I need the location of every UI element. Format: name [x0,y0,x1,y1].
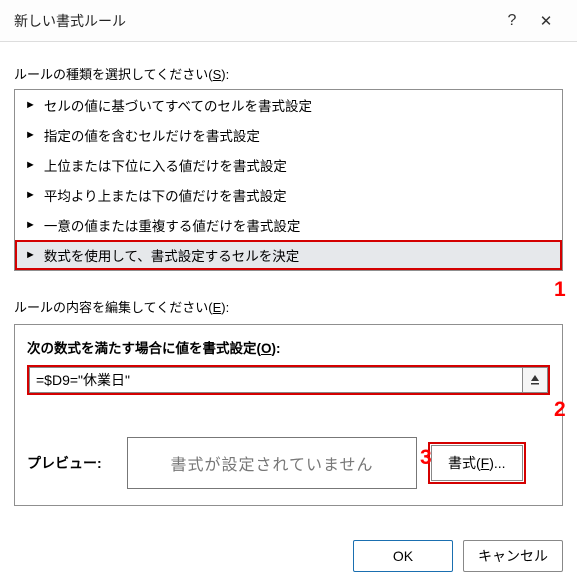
label-text: ): [221,67,229,82]
ok-button[interactable]: OK [353,540,453,572]
formula-input-row [27,365,550,395]
formula-label: 次の数式を満たす場合に値を書式設定(O): [27,337,550,357]
rule-type-text: セルの値に基づいてすべてのセルを書式設定 [44,95,312,115]
titlebar: 新しい書式ルール ? ✕ [0,0,577,42]
rule-type-label: ルールの種類を選択してください(S): [14,64,563,83]
dialog-title: 新しい書式ルール [14,11,495,31]
edit-content-label: ルールの内容を編集してください(E): [14,297,563,316]
preview-box: 書式が設定されていません [127,437,417,489]
rule-type-text: 上位または下位に入る値だけを書式設定 [44,155,287,175]
collapse-dialog-icon[interactable] [522,367,548,393]
formula-input[interactable] [29,367,522,393]
accelerator: S [213,67,222,82]
bullet-icon: ► [25,190,36,201]
dialog-buttons: OK キャンセル [353,540,563,572]
rule-type-item[interactable]: ► 上位または下位に入る値だけを書式設定 [15,150,562,180]
accelerator: O [261,341,272,356]
bullet-icon: ► [25,100,36,111]
rule-type-text: 一意の値または重複する値だけを書式設定 [44,215,301,235]
button-text: )... [489,455,505,471]
help-icon[interactable]: ? [495,12,529,30]
annotation-2: 2 [554,398,566,422]
rule-type-text: 数式を使用して、書式設定するセルを決定 [44,245,299,265]
preview-row: プレビュー: 書式が設定されていません 書式(F)... [27,437,550,489]
label-text: ): [221,300,229,315]
close-icon[interactable]: ✕ [529,12,563,30]
rule-edit-box: 次の数式を満たす場合に値を書式設定(O): プレビュー: 書式が設定されていませ… [14,324,563,506]
bullet-icon: ► [25,130,36,141]
label-text: ): [272,341,281,356]
bullet-icon: ► [25,160,36,171]
cancel-button[interactable]: キャンセル [463,540,563,572]
rule-type-text: 平均より上または下の値だけを書式設定 [44,185,287,205]
bullet-icon: ► [25,220,36,231]
rule-type-item-selected[interactable]: ► 数式を使用して、書式設定するセルを決定 [15,240,562,270]
rule-type-text: 指定の値を含むセルだけを書式設定 [44,125,260,145]
button-text: 書式( [448,453,481,473]
annotation-1: 1 [554,278,566,302]
label-text: ルールの内容を編集してください( [14,300,213,315]
label-text: 次の数式を満たす場合に値を書式設定( [27,341,261,356]
annotation-3: 3 [420,446,432,470]
rule-type-item[interactable]: ► 平均より上または下の値だけを書式設定 [15,180,562,210]
accelerator: F [481,455,490,471]
preview-label: プレビュー: [27,453,113,473]
bullet-icon: ► [25,250,36,261]
dialog-content: ルールの種類を選択してください(S): ► セルの値に基づいてすべてのセルを書式… [0,42,577,516]
rule-type-list: ► セルの値に基づいてすべてのセルを書式設定 ► 指定の値を含むセルだけを書式設… [14,89,563,271]
rule-type-item[interactable]: ► 指定の値を含むセルだけを書式設定 [15,120,562,150]
rule-type-item[interactable]: ► セルの値に基づいてすべてのセルを書式設定 [15,90,562,120]
format-button[interactable]: 書式(F)... [431,445,523,481]
rule-type-item[interactable]: ► 一意の値または重複する値だけを書式設定 [15,210,562,240]
accelerator: E [213,300,222,315]
label-text: ルールの種類を選択してください( [14,67,213,82]
